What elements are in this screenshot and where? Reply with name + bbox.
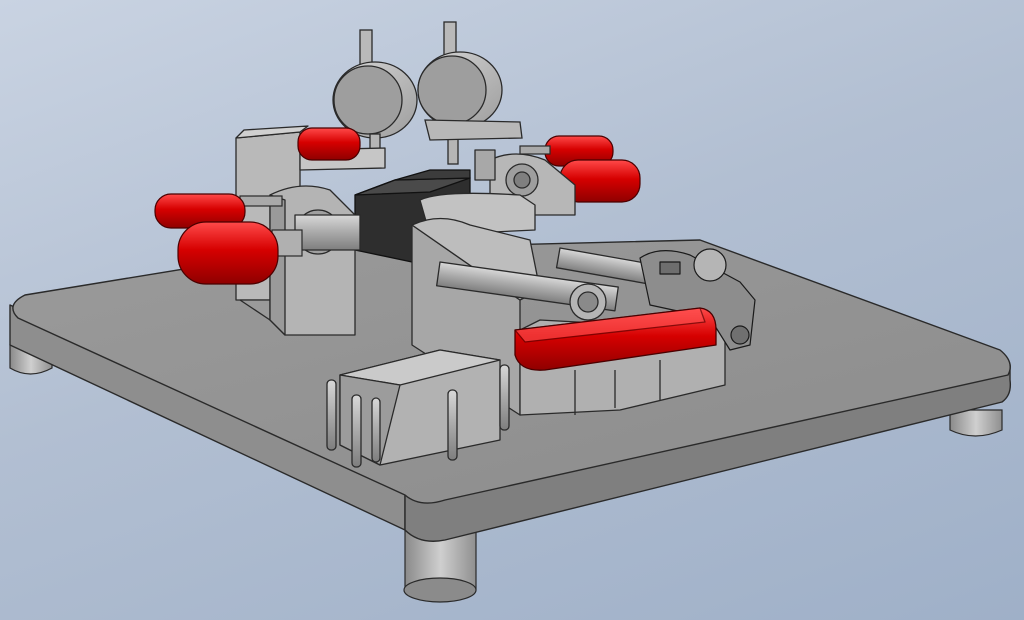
fixture-model [9,21,1012,603]
cad-viewport [0,0,1024,620]
handle-rear-left [297,127,361,161]
foot-right [949,409,1003,437]
dial-indicators [332,21,523,165]
dial-indicator-right [417,21,503,165]
clamp-block-left [269,185,361,336]
